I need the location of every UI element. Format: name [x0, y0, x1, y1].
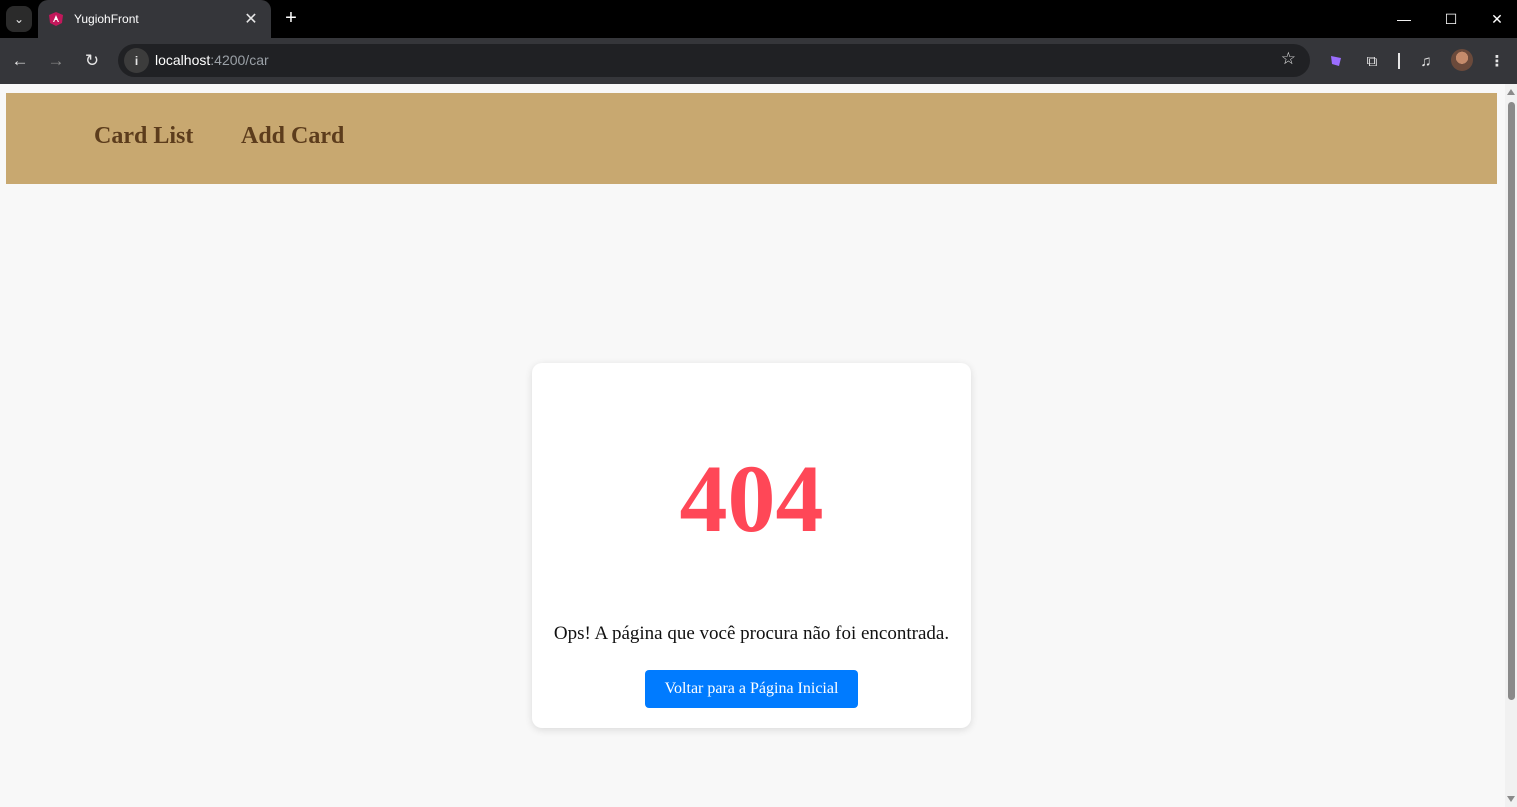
app-navbar: Card List Add Card: [6, 93, 1497, 184]
not-found-card: 404 Ops! A página que você procura não f…: [532, 363, 971, 728]
new-tab-icon[interactable]: +: [280, 7, 302, 29]
window-close-icon[interactable]: ✕: [1474, 0, 1517, 38]
extensions-puzzle-icon[interactable]: ⧉: [1361, 50, 1383, 72]
toolbar-divider: [1398, 53, 1400, 69]
media-control-icon[interactable]: ♫: [1415, 50, 1437, 72]
browser-tabstrip: ⌄ YugiohFront ✕ + — ☐ ✕: [0, 0, 1517, 38]
error-code: 404: [679, 445, 824, 552]
close-icon[interactable]: ✕: [241, 9, 261, 29]
site-info-icon[interactable]: i: [124, 48, 149, 73]
forward-arrow-icon[interactable]: →: [44, 49, 68, 73]
scroll-up-arrow-icon[interactable]: [1507, 89, 1515, 95]
browser-toolbar: ← → ↻ i localhost:4200/car ☆ ⧉ ♫ ⋮: [0, 38, 1517, 84]
back-arrow-icon[interactable]: ←: [8, 49, 32, 73]
profile-avatar[interactable]: [1451, 49, 1473, 71]
error-message: Ops! A página que você procura não foi e…: [553, 623, 950, 644]
angular-logo-icon: [49, 12, 63, 26]
url-host: localhost: [155, 52, 211, 68]
back-home-button[interactable]: Voltar para a Página Inicial: [645, 670, 858, 708]
url-path: :4200/car: [210, 52, 269, 68]
maximize-icon[interactable]: ☐: [1428, 0, 1474, 38]
minimize-icon[interactable]: —: [1381, 0, 1427, 38]
page-viewport: Card List Add Card 404 Ops! A página que…: [0, 84, 1505, 807]
nav-link-add-card[interactable]: Add Card: [241, 123, 344, 150]
url-text[interactable]: localhost:4200/car: [155, 52, 269, 68]
ai-extension-icon[interactable]: [1325, 50, 1347, 72]
tab-title: YugiohFront: [74, 12, 139, 26]
scroll-down-arrow-icon[interactable]: [1507, 796, 1515, 802]
kebab-menu-icon[interactable]: ⋮: [1486, 50, 1508, 72]
scroll-thumb[interactable]: [1508, 102, 1515, 700]
tab-search-icon[interactable]: ⌄: [6, 6, 32, 32]
nav-link-card-list[interactable]: Card List: [94, 123, 193, 150]
bookmark-star-icon[interactable]: ☆: [1281, 49, 1296, 69]
browser-tab[interactable]: YugiohFront ✕: [38, 0, 271, 38]
reload-icon[interactable]: ↻: [80, 49, 104, 73]
page-scrollbar[interactable]: [1505, 84, 1517, 807]
address-bar[interactable]: i localhost:4200/car ☆: [118, 44, 1310, 77]
